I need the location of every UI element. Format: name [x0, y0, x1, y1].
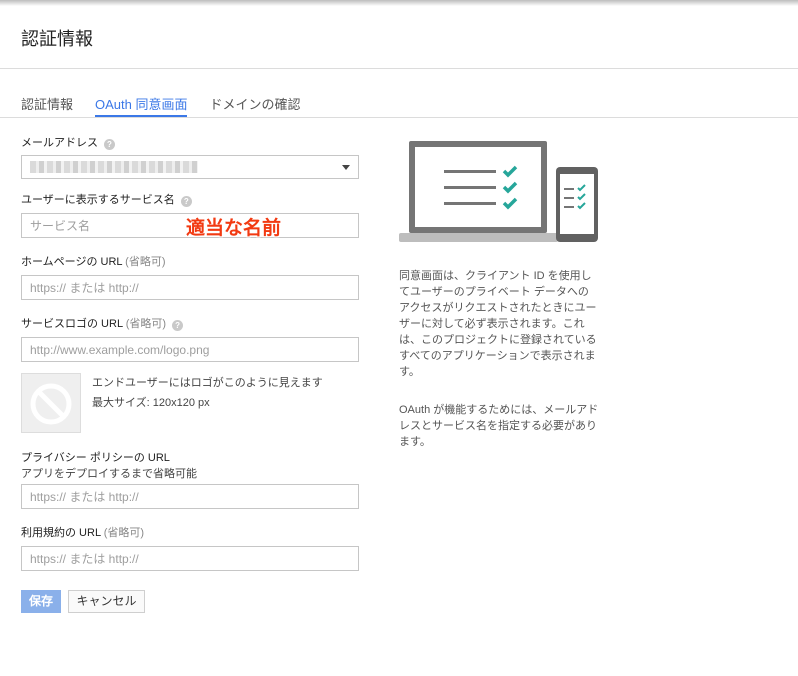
optional-text: (省略可): [125, 318, 167, 330]
homepage-label-text: ホームページの URL: [21, 256, 123, 268]
oauth-requirement-note: OAuth が機能するためには、メールアドレスとサービス名を指定する必要がありま…: [399, 404, 599, 448]
header-divider: [0, 68, 798, 69]
privacy-sublabel: アプリをデプロイするまで省略可能: [21, 468, 197, 480]
email-label: メールアドレス?: [21, 136, 115, 150]
email-select[interactable]: [21, 155, 359, 179]
tab-bar: 認証情報 OAuth 同意画面 ドメインの確認: [21, 91, 323, 117]
logo-preview-caption: エンドユーザーにはロゴがこのように見えます: [92, 377, 323, 389]
logo-preview: [21, 373, 81, 433]
product-name-label-text: ユーザーに表示するサービス名: [21, 194, 175, 206]
tos-label-text: 利用規約の URL: [21, 527, 101, 539]
privacy-label: プライバシー ポリシーの URL: [21, 452, 170, 464]
help-icon[interactable]: ?: [104, 139, 115, 150]
laptop-phone-checklist-illustration: [399, 141, 598, 242]
privacy-url-input[interactable]: https:// または http://: [21, 484, 359, 509]
tab-credentials[interactable]: 認証情報: [21, 91, 73, 117]
consent-description: 同意画面は、クライアント ID を使用してユーザーのプライベート データへのアク…: [399, 270, 597, 378]
tos-url-input[interactable]: https:// または http://: [21, 546, 359, 571]
logo-url-input[interactable]: http://www.example.com/logo.png: [21, 337, 359, 362]
chevron-down-icon: [342, 165, 350, 170]
homepage-label: ホームページの URL (省略可): [21, 255, 166, 269]
top-shadow: [0, 0, 798, 6]
help-icon[interactable]: ?: [172, 320, 184, 331]
optional-text: (省略可): [103, 527, 145, 539]
homepage-url-input[interactable]: https:// または http://: [21, 275, 359, 300]
annotation-text: 適当な名前: [186, 218, 282, 239]
no-image-icon: [30, 383, 72, 425]
tos-label: 利用規約の URL (省略可): [21, 526, 144, 540]
cancel-button[interactable]: キャンセル: [68, 590, 145, 613]
product-name-label: ユーザーに表示するサービス名?: [21, 193, 192, 207]
logo-max-size: 最大サイズ: 120x120 px: [92, 397, 210, 409]
help-icon[interactable]: ?: [180, 196, 192, 207]
tab-domain-verification[interactable]: ドメインの確認: [209, 91, 300, 117]
redacted-email: [30, 161, 198, 173]
page-title: 認証情報: [21, 29, 93, 49]
save-button[interactable]: 保存: [21, 590, 61, 613]
tab-oauth-consent[interactable]: OAuth 同意画面: [95, 91, 188, 117]
logo-url-label: サービスロゴの URL (省略可)?: [21, 317, 184, 331]
optional-text: (省略可): [125, 256, 166, 268]
email-label-text: メールアドレス: [21, 137, 98, 149]
tab-divider: [0, 117, 798, 118]
logo-url-label-text: サービスロゴの URL: [21, 318, 123, 330]
